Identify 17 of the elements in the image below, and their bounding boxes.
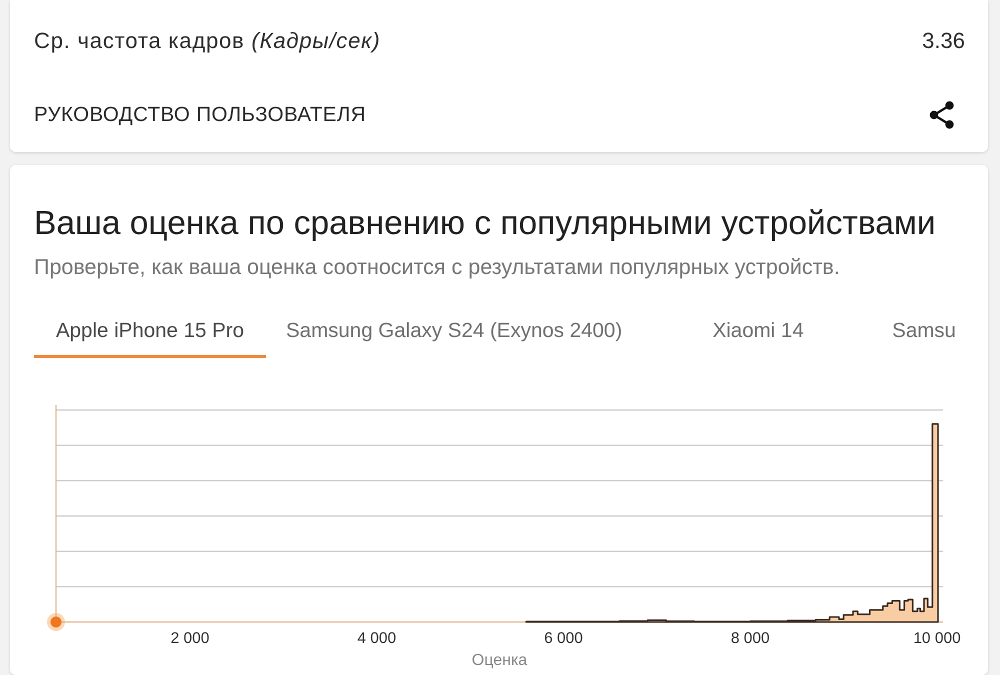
metric-value: 3.36 <box>922 28 965 54</box>
device-tab[interactable]: Samsung Galaxy S24 (Exynos 2400) <box>266 308 642 358</box>
x-tick-label: 4 000 <box>357 630 396 647</box>
share-icon[interactable] <box>929 101 955 129</box>
section-subtitle: Проверьте, как ваша оценка соотносится с результатами популярных устройств. <box>34 256 841 278</box>
device-tab[interactable]: Apple iPhone 15 Pro <box>34 308 266 358</box>
x-axis-title: Оценка <box>472 652 528 669</box>
x-tick-label: 2 000 <box>170 630 210 647</box>
x-tick-label: 8 000 <box>730 630 770 647</box>
x-tick-label: 6 000 <box>544 630 583 647</box>
metric-label: Ср. частота кадров (Кадры/сек) <box>34 28 380 54</box>
section-title: Ваша оценка по сравнению с популярными устройствами <box>34 206 937 242</box>
x-tick-label: 10 000 <box>913 630 961 647</box>
score-marker-icon <box>47 613 65 631</box>
device-tab[interactable]: Samsu <box>874 308 956 358</box>
device-tab[interactable]: Xiaomi 14 <box>642 308 874 358</box>
user-guide-label: РУКОВОДСТВО ПОЛЬЗОВАТЕЛЯ <box>34 103 366 127</box>
